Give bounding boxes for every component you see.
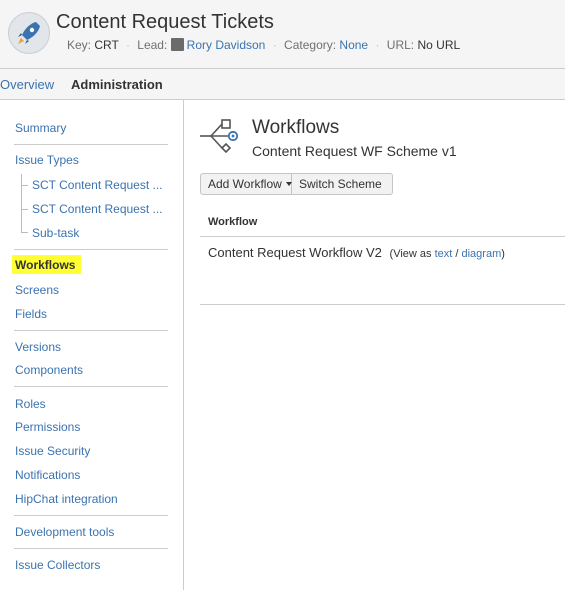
meta-separator: · bbox=[375, 38, 380, 52]
tab-administration[interactable]: Administration bbox=[71, 77, 163, 92]
project-meta: Key: CRT · Lead: Rory Davidson · Categor… bbox=[67, 38, 460, 52]
category-label: Category: bbox=[284, 38, 337, 52]
sidebar-item-workflows[interactable]: Workflows bbox=[12, 255, 82, 274]
caret-down-icon bbox=[285, 182, 292, 186]
sidebar-item-hipchat[interactable]: HipChat integration bbox=[15, 492, 118, 506]
sidebar-item-versions[interactable]: Versions bbox=[15, 340, 61, 354]
tree-branch bbox=[21, 232, 28, 233]
main-content: Workflows Content Request WF Scheme v1 A… bbox=[184, 100, 565, 590]
sidebar-item-development-tools[interactable]: Development tools bbox=[15, 525, 114, 539]
sidebar-item-roles[interactable]: Roles bbox=[15, 397, 46, 411]
meta-separator: · bbox=[125, 38, 130, 52]
sidebar-item-issue-type[interactable]: SCT Content Request ... bbox=[32, 178, 163, 192]
switch-scheme-button[interactable]: Switch Scheme bbox=[292, 173, 393, 195]
table-header-workflow: Workflow bbox=[208, 216, 258, 228]
table-row: Content Request Workflow V2 (View as tex… bbox=[208, 245, 505, 260]
sidebar-item-components[interactable]: Components bbox=[15, 363, 83, 377]
view-as-prefix: (View as bbox=[389, 248, 432, 260]
sidebar-divider bbox=[14, 548, 168, 549]
tab-overview[interactable]: Overview bbox=[0, 77, 54, 92]
category-link[interactable]: None bbox=[339, 38, 368, 52]
meta-separator: · bbox=[272, 38, 277, 52]
url-value: No URL bbox=[417, 38, 461, 52]
view-as-group: (View as text / diagram) bbox=[390, 248, 505, 260]
project-title[interactable]: Content Request Tickets bbox=[56, 11, 274, 34]
table-row-divider bbox=[200, 304, 565, 305]
table-header-divider bbox=[200, 236, 565, 237]
key-value: CRT bbox=[94, 38, 119, 52]
sidebar-item-screens[interactable]: Screens bbox=[15, 283, 59, 297]
sidebar-divider bbox=[14, 386, 168, 387]
add-workflow-label: Add Workflow bbox=[208, 177, 282, 191]
workflow-name: Content Request Workflow V2 bbox=[208, 245, 382, 260]
sidebar-item-issue-security[interactable]: Issue Security bbox=[15, 444, 90, 458]
sidebar-divider bbox=[14, 330, 168, 331]
view-as-diagram-link[interactable]: diagram bbox=[462, 248, 502, 260]
tree-line bbox=[21, 174, 22, 232]
tree-branch bbox=[21, 185, 28, 186]
view-as-text-link[interactable]: text bbox=[435, 248, 453, 260]
key-label: Key: bbox=[67, 38, 92, 52]
url-label: URL: bbox=[386, 38, 415, 52]
tree-branch bbox=[21, 209, 28, 210]
sidebar-item-summary[interactable]: Summary bbox=[15, 121, 66, 135]
user-avatar-icon bbox=[170, 38, 184, 51]
view-as-separator: / bbox=[455, 248, 459, 260]
view-as-suffix: ) bbox=[501, 248, 505, 260]
sidebar-item-issue-types[interactable]: Issue Types bbox=[15, 153, 79, 167]
add-workflow-button[interactable]: Add Workflow bbox=[200, 173, 292, 195]
project-tabs: Overview Administration bbox=[0, 69, 565, 100]
sidebar-item-issue-type[interactable]: SCT Content Request ... bbox=[32, 202, 163, 216]
scheme-name: Content Request WF Scheme v1 bbox=[252, 143, 457, 159]
sidebar-divider bbox=[14, 249, 168, 250]
sidebar-item-fields[interactable]: Fields bbox=[15, 307, 47, 321]
sidebar-item-issue-type[interactable]: Sub-task bbox=[32, 226, 79, 240]
admin-sidebar: Summary Issue Types SCT Content Request … bbox=[0, 100, 184, 590]
sidebar-item-permissions[interactable]: Permissions bbox=[15, 420, 80, 434]
lead-link[interactable]: Rory Davidson bbox=[187, 38, 266, 52]
rocket-icon[interactable] bbox=[8, 12, 50, 54]
sidebar-divider bbox=[14, 144, 168, 145]
page-title: Workflows bbox=[252, 117, 340, 138]
lead-label: Lead: bbox=[137, 38, 168, 52]
sidebar-item-issue-collectors[interactable]: Issue Collectors bbox=[15, 558, 100, 572]
workflow-icon bbox=[198, 118, 242, 157]
sidebar-item-notifications[interactable]: Notifications bbox=[15, 468, 80, 482]
project-header: Content Request Tickets Key: CRT · Lead:… bbox=[0, 0, 565, 69]
sidebar-divider bbox=[14, 515, 168, 516]
